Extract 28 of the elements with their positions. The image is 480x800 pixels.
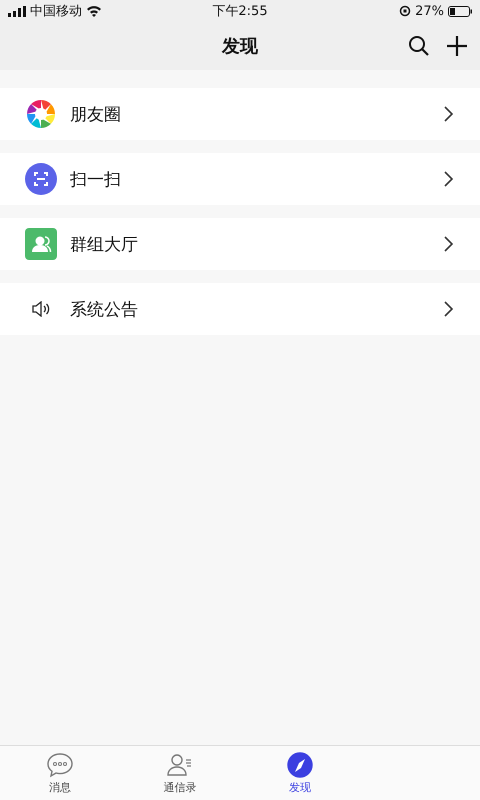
search-icon[interactable] [408, 35, 430, 57]
chevron-icon [444, 171, 454, 187]
add-icon[interactable] [446, 35, 468, 57]
compass-icon [286, 752, 314, 778]
chat-icon [46, 752, 74, 778]
tab[interactable]: 通信录 [120, 746, 240, 800]
wifi-icon [86, 5, 102, 17]
menu-item[interactable]: 朋友圈 [0, 88, 480, 140]
page-title: 发现 [222, 35, 258, 58]
menu-item[interactable]: 系统公告 [0, 283, 480, 335]
battery-percent: 27% [415, 4, 444, 18]
tab[interactable]: 消息 [0, 746, 120, 800]
battery-icon [448, 6, 472, 16]
contacts-icon [166, 752, 194, 778]
scan-icon [25, 163, 57, 195]
tab[interactable]: 发现 [240, 746, 360, 800]
group-icon [25, 228, 57, 260]
menu-item[interactable]: 群组大厅 [0, 218, 480, 270]
speaker-icon [31, 301, 51, 317]
chevron-icon [444, 301, 454, 317]
rotation-lock-icon [399, 5, 412, 17]
signal-icon [8, 6, 26, 16]
chevron-icon [444, 106, 454, 122]
aperture-icon [25, 98, 57, 130]
status-time: 下午2:55 [212, 3, 268, 20]
chevron-icon [444, 236, 454, 252]
carrier-name: 中国移动 [30, 3, 82, 20]
menu-item[interactable]: 扫一扫 [0, 153, 480, 205]
